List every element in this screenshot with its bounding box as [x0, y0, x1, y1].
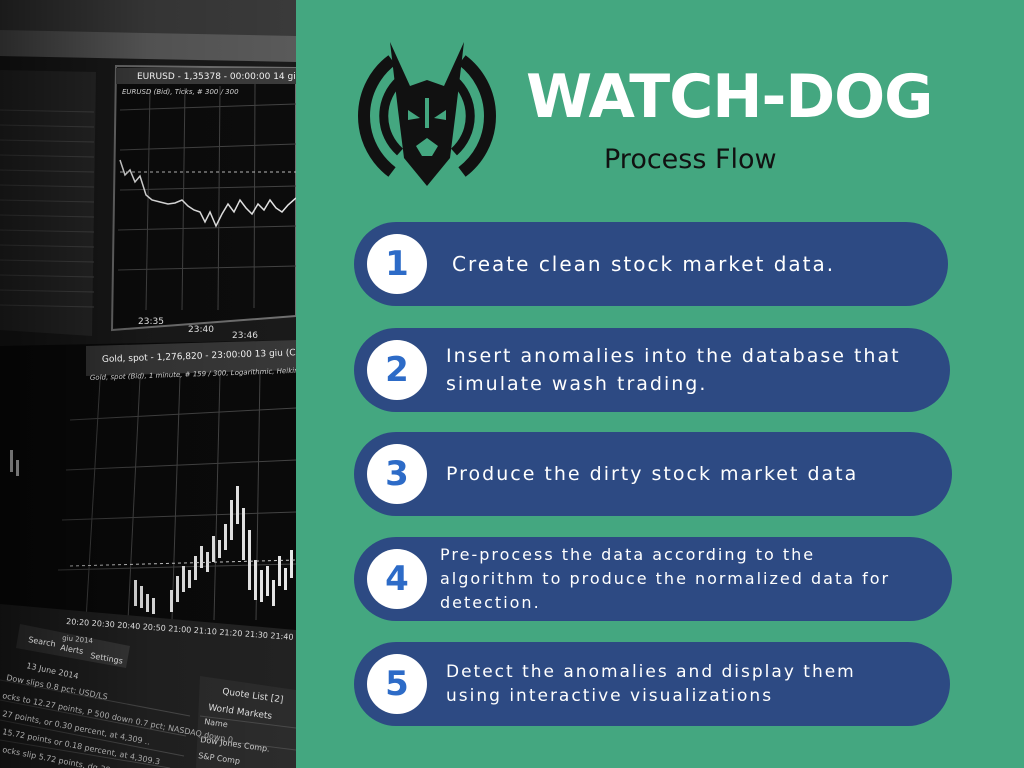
step-4-number: 4 [367, 549, 427, 609]
step-3: 3 Produce the dirty stock market data [354, 432, 952, 516]
step-2: 2 Insert anomalies into the database tha… [354, 328, 950, 412]
chart1-time-2: 23:46 [232, 331, 258, 341]
chart1-sub-text: EURUSD (Bid), Ticks, # 300 / 300 [122, 88, 239, 96]
terminal-screen-illustration: EURUSD - 1,35378 - 00:00:00 14 giu (EES … [0, 0, 296, 768]
step-1: 1 Create clean stock market data. [354, 222, 948, 306]
step-1-number: 1 [367, 234, 427, 294]
step-4: 4 Pre-process the data according to the … [354, 537, 952, 621]
trading-terminal-photo: EURUSD - 1,35378 - 00:00:00 14 giu (EES … [0, 0, 296, 768]
step-3-text: Produce the dirty stock market data [446, 463, 859, 485]
step-5: 5 Detect the anomalies and display them … [354, 642, 950, 726]
step-2-text: Insert anomalies into the database that … [446, 345, 901, 395]
chart1-time-0: 23:35 [138, 317, 164, 327]
chart1-header-text: EURUSD - 1,35378 - 00:00:00 14 giu (EES [137, 72, 296, 82]
step-1-text: Create clean stock market data. [452, 252, 836, 276]
step-5-text: Detect the anomalies and display them us… [446, 662, 856, 706]
watchdog-logo-icon [358, 42, 496, 186]
step-5-number: 5 [367, 654, 427, 714]
brand-subtitle: Process Flow [604, 144, 777, 175]
step-4-text: Pre-process the data according to the al… [440, 545, 891, 612]
brand-title: WATCH-DOG [526, 62, 933, 132]
step-3-number: 3 [367, 444, 427, 504]
chart1-time-1: 23:40 [188, 325, 214, 335]
step-2-number: 2 [367, 340, 427, 400]
